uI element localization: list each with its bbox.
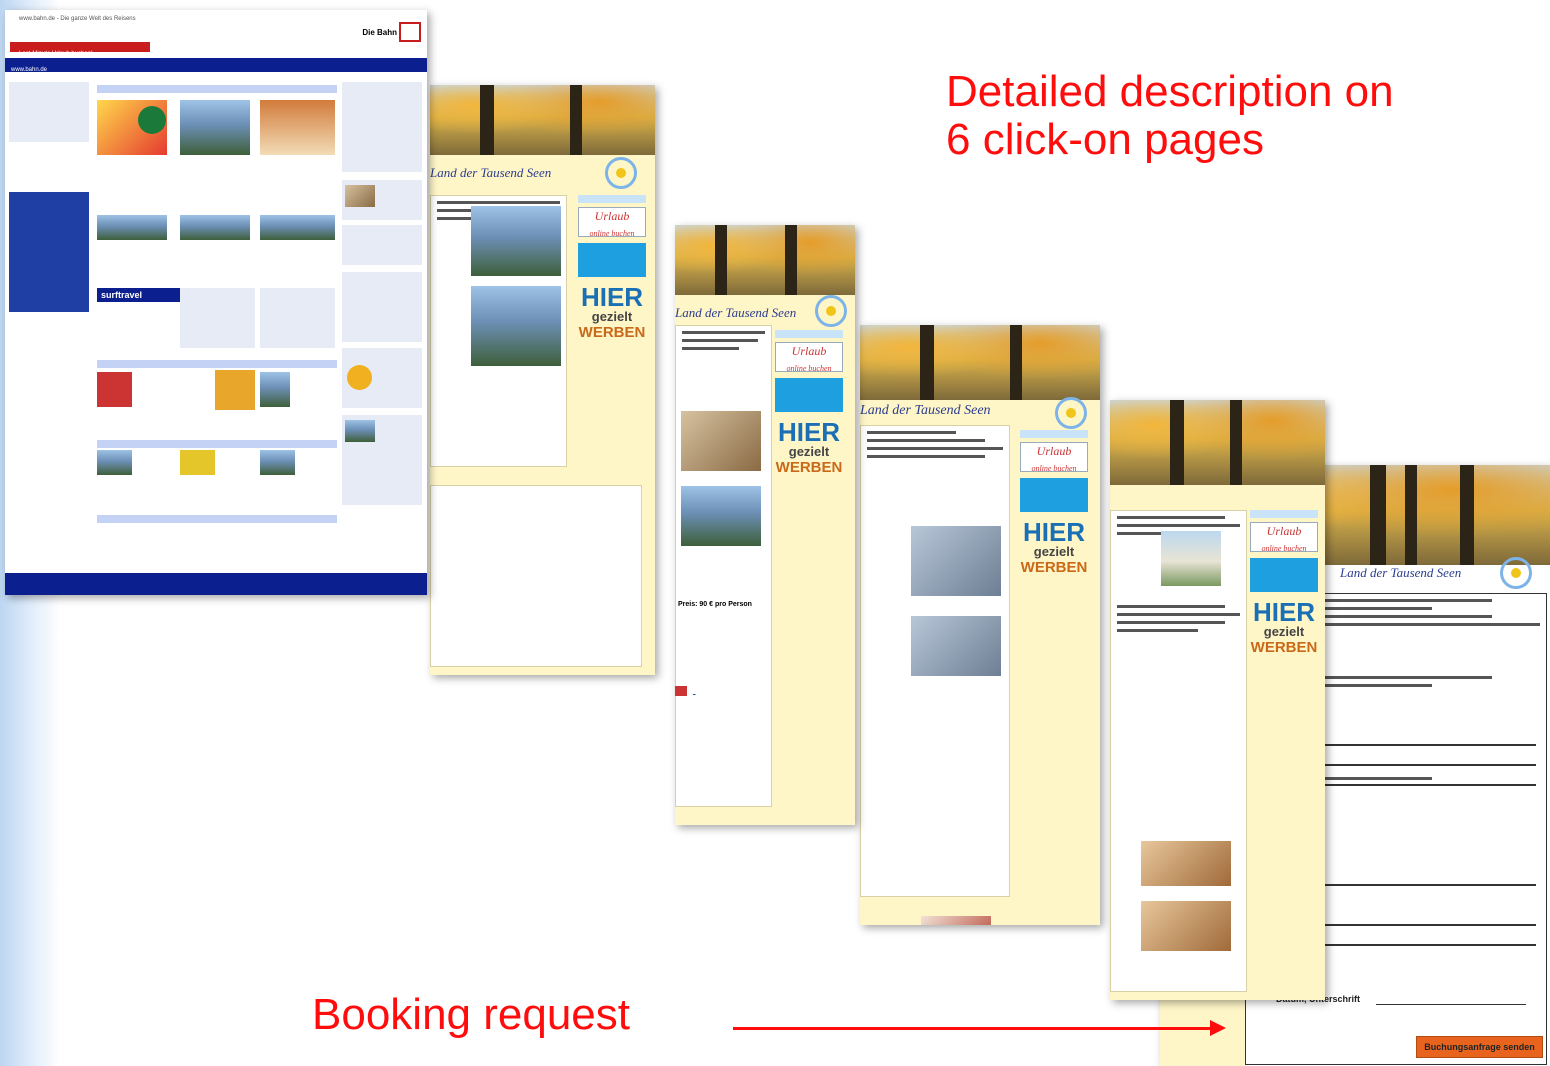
portal-brand: Die Bahn xyxy=(362,28,397,37)
arrow-right-icon xyxy=(1210,1020,1226,1036)
hier-ad-text: HIER xyxy=(1252,597,1316,627)
screenshot-page-3: Land der Tausend Seen Preis: 90 € pro Pe… xyxy=(675,225,855,825)
site-brand: Land der Tausend Seen xyxy=(1340,565,1462,580)
portal-header: www.bahn.de - Die ganze Welt des Reisens… xyxy=(5,10,427,42)
surftravel-box[interactable]: surftravel xyxy=(97,288,181,302)
db-logo-icon xyxy=(399,22,421,42)
werben-ad-text: WERBEN xyxy=(1020,559,1088,576)
hier-ad-text: HIER xyxy=(1022,517,1086,547)
hier-ad-text: HIER xyxy=(777,417,841,447)
site-logo xyxy=(1500,557,1532,589)
site-brand: Land der Tausend Seen xyxy=(675,305,797,320)
screenshot-page-5: Urlaub online buchen HIER gezielt WERBEN xyxy=(1110,400,1325,1000)
screenshot-page-2: Land der Tausend Seen Urlaub online buche… xyxy=(430,85,655,675)
portal-top-strip: www.bahn.de - Die ganze Welt des Reisens xyxy=(19,16,136,22)
caption-detailed-description: Detailed description on 6 click-on pages xyxy=(946,67,1394,164)
price-label: Preis: 90 € pro Person xyxy=(678,601,752,608)
werben-ad-text: WERBEN xyxy=(578,324,646,341)
site-brand: Land der Tausend Seen xyxy=(430,165,552,180)
autumn-lake-photo xyxy=(1110,400,1325,485)
advert-box[interactable] xyxy=(1250,558,1318,592)
advert-box[interactable] xyxy=(775,378,843,412)
advert-box[interactable] xyxy=(578,243,646,277)
content-panel xyxy=(1110,510,1247,992)
last-minute-banner[interactable]: ...Last-Minute Urlaub buchen! xyxy=(10,42,150,57)
send-booking-request-button[interactable]: Buchungsanfrage senden xyxy=(1416,1036,1543,1058)
urlaub-online-buchen-link[interactable]: Urlaubonline buchen xyxy=(775,342,843,373)
urlaub-online-buchen-link[interactable]: Urlaubonline buchen xyxy=(1020,442,1088,473)
advert-box[interactable] xyxy=(1020,478,1088,512)
hier-ad-text: HIER xyxy=(580,282,644,312)
werben-ad-text: WERBEN xyxy=(1250,639,1318,656)
portal-left-column xyxy=(5,72,93,573)
urlaub-online-buchen-link[interactable]: Urlaubonline buchen xyxy=(578,207,646,238)
arrow-line xyxy=(733,1027,1213,1030)
urlaub-online-buchen-link[interactable]: Urlaubonline buchen xyxy=(1250,522,1318,553)
portal-nav-bar: www.bahn.de xyxy=(5,58,427,73)
werben-ad-text: WERBEN xyxy=(775,459,843,476)
site-brand: Land der Tausend Seen xyxy=(860,403,991,418)
screenshot-portal-bahn: www.bahn.de - Die ganze Welt des Reisens… xyxy=(5,10,427,595)
portal-footer xyxy=(5,573,427,595)
caption-booking-request: Booking request xyxy=(312,990,630,1039)
screenshot-page-4: Land der Tausend Seen Urlaub online buche… xyxy=(860,325,1100,925)
